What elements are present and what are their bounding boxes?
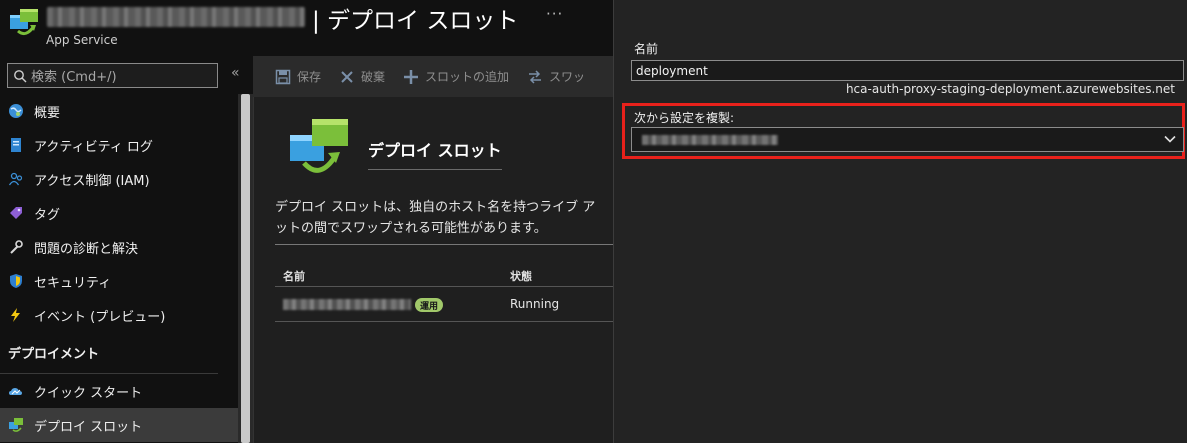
slot-name-redacted[interactable]	[283, 299, 411, 310]
resource-type-subtitle: App Service	[46, 33, 118, 47]
sidebar-item-label: セキュリティ	[34, 275, 112, 291]
production-badge: 運用	[415, 298, 444, 312]
sidebar-item-label: 問題の診断と解決	[34, 241, 139, 257]
scrollbar-thumb[interactable]	[241, 94, 250, 443]
menu-list: 概要 アクティビティ ログ アクセス制御 (IAM) タグ 問題の診断と解決 セ…	[0, 94, 238, 442]
description: デプロイ スロットは、独自のホスト名を持つライブ ア ットの間でスワップされる可…	[275, 197, 614, 239]
deployment-slots-hero-icon	[290, 119, 348, 173]
page-title: | デプロイ スロット	[312, 8, 519, 34]
lightning-icon	[8, 307, 24, 323]
table-header-divider	[275, 286, 614, 287]
add-slot-label: スロットの追加	[425, 70, 510, 84]
sidebar-item-label: クイック スタート	[34, 385, 143, 401]
sidebar-item-overview[interactable]: 概要	[0, 94, 238, 128]
save-icon	[275, 69, 291, 85]
discard-label: 破棄	[361, 70, 386, 84]
swap-icon	[527, 69, 543, 85]
save-label: 保存	[297, 70, 322, 84]
sidebar-item-label: イベント (プレビュー)	[34, 309, 166, 325]
search-input[interactable]: 検索 (Cmd+/)	[7, 63, 218, 88]
slot-name-input[interactable]: deployment	[631, 60, 1184, 81]
sidebar-item-iam[interactable]: アクセス制御 (IAM)	[0, 162, 238, 196]
sidebar-item-security[interactable]: セキュリティ	[0, 264, 238, 298]
sidebar-item-activity-log[interactable]: アクティビティ ログ	[0, 128, 238, 162]
slot-name-value: deployment	[636, 63, 708, 78]
sidebar-item-label: デプロイ スロット	[34, 419, 143, 435]
add-slot-button[interactable]: スロットの追加	[403, 68, 509, 85]
search-placeholder: 検索 (Cmd+/)	[31, 70, 117, 85]
tag-icon	[8, 205, 24, 221]
section-title: デプロイ スロット	[368, 137, 502, 170]
sidebar-item-label: 概要	[34, 105, 61, 121]
clone-settings-label: 次から設定を複製:	[634, 111, 735, 125]
deployment-slots-icon	[8, 417, 24, 433]
sidebar-scrollbar[interactable]	[238, 94, 253, 443]
plus-icon	[403, 69, 419, 85]
discard-button[interactable]: 破棄	[339, 68, 385, 85]
column-header-name[interactable]: 名前	[283, 268, 305, 284]
app-service-icon	[10, 9, 38, 36]
chevron-down-icon	[1164, 135, 1176, 143]
divider	[275, 244, 614, 245]
sidebar-item-events[interactable]: イベント (プレビュー)	[0, 298, 238, 332]
description-line: デプロイ スロットは、独自のホスト名を持つライブ ア	[275, 200, 596, 215]
sidebar-item-diagnose[interactable]: 問題の診断と解決	[0, 230, 238, 264]
name-field-label: 名前	[634, 42, 659, 56]
column-header-status[interactable]: 状態	[510, 268, 532, 284]
slot-hostname: hca-auth-proxy-staging-deployment.azurew…	[845, 82, 1175, 96]
sidebar-item-label: タグ	[34, 207, 61, 223]
more-options-button[interactable]: ···	[546, 5, 563, 23]
resource-name-redacted	[47, 7, 305, 27]
swap-label: スワッ	[549, 70, 586, 84]
clone-source-redacted	[642, 135, 778, 145]
save-button[interactable]: 保存	[275, 68, 321, 85]
sidebar-item-label: アクセス制御 (IAM)	[34, 173, 150, 189]
collapse-menu-button[interactable]: «	[231, 65, 240, 81]
add-slot-panel: 名前 deployment hca-auth-proxy-staging-dep…	[613, 0, 1187, 443]
people-icon	[8, 171, 24, 187]
resource-menu: 検索 (Cmd+/) « 概要 アクティビティ ログ アクセス制御 (IAM)	[0, 56, 253, 443]
clone-settings-dropdown[interactable]	[631, 127, 1184, 152]
sidebar-item-label: アクティビティ ログ	[34, 139, 153, 155]
shield-icon	[8, 273, 24, 289]
sidebar-item-quickstart[interactable]: クイック スタート	[0, 374, 238, 408]
close-icon	[339, 69, 355, 85]
blade-header: | デプロイ スロット ··· App Service	[0, 0, 613, 56]
main-content: デプロイ スロット デプロイ スロットは、独自のホスト名を持つライブ ア ットの…	[253, 97, 614, 443]
sidebar-item-deployment-slots[interactable]: デプロイ スロット	[0, 408, 238, 442]
section-header-deployment: デプロイメント	[0, 332, 218, 374]
table-row-divider	[275, 321, 614, 322]
description-line: ットの間でスワップされる可能性があります。	[275, 221, 547, 236]
slot-status: Running	[510, 297, 560, 311]
swap-button[interactable]: スワッ	[527, 68, 585, 85]
sidebar-item-tags[interactable]: タグ	[0, 196, 238, 230]
command-bar: 保存 破棄 スロットの追加 スワッ	[253, 56, 613, 97]
search-icon	[14, 69, 27, 82]
cloud-icon	[8, 383, 24, 399]
activity-log-icon	[8, 137, 24, 153]
globe-icon	[8, 103, 24, 119]
wrench-icon	[8, 239, 24, 255]
